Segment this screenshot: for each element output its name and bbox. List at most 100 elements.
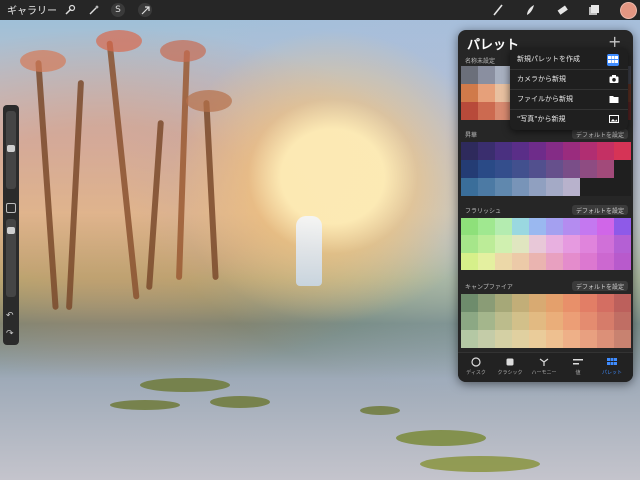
transform-arrow-icon[interactable]	[137, 2, 153, 18]
color-swatch[interactable]	[597, 235, 614, 253]
palette-grid-flourish[interactable]	[461, 218, 631, 270]
color-swatch[interactable]	[546, 330, 563, 348]
color-swatch[interactable]	[478, 84, 495, 102]
color-swatch[interactable]	[546, 160, 563, 178]
eraser-icon[interactable]	[554, 2, 570, 18]
color-swatch[interactable]	[580, 330, 597, 348]
color-swatch[interactable]	[478, 235, 495, 253]
color-swatch[interactable]	[478, 142, 495, 160]
color-swatch[interactable]	[614, 330, 631, 348]
color-swatch[interactable]	[512, 142, 529, 160]
color-swatch[interactable]	[461, 178, 478, 196]
set-default-button-sublimation[interactable]: デフォルトを設定	[572, 129, 628, 139]
color-swatch[interactable]	[563, 294, 580, 312]
color-swatch[interactable]	[495, 178, 512, 196]
color-swatch[interactable]	[546, 252, 563, 270]
color-swatch[interactable]	[597, 178, 614, 196]
color-swatch[interactable]	[580, 294, 597, 312]
color-swatch[interactable]	[529, 294, 546, 312]
color-swatch[interactable]	[512, 160, 529, 178]
color-swatch[interactable]	[461, 330, 478, 348]
color-swatch[interactable]	[614, 178, 631, 196]
color-swatch[interactable]	[461, 235, 478, 253]
color-swatch[interactable]	[597, 312, 614, 330]
smudge-icon[interactable]	[522, 2, 538, 18]
brush-icon[interactable]	[490, 2, 506, 18]
color-swatch[interactable]	[563, 218, 580, 236]
color-swatch[interactable]	[597, 330, 614, 348]
color-swatch[interactable]	[495, 330, 512, 348]
color-swatch[interactable]	[529, 235, 546, 253]
color-swatch[interactable]	[546, 142, 563, 160]
palette-grid-campfire[interactable]	[461, 294, 631, 348]
color-swatch[interactable]	[614, 235, 631, 253]
color-swatch[interactable]	[546, 178, 563, 196]
color-swatch[interactable]	[597, 160, 614, 178]
color-swatch[interactable]	[546, 312, 563, 330]
color-swatch[interactable]	[512, 218, 529, 236]
eyedropper-square-button[interactable]	[6, 203, 16, 213]
set-default-button-campfire[interactable]: デフォルトを設定	[572, 281, 628, 291]
color-swatch[interactable]	[580, 178, 597, 196]
undo-icon[interactable]: ↶	[6, 311, 14, 321]
color-swatch[interactable]	[614, 218, 631, 236]
color-swatch[interactable]	[478, 330, 495, 348]
color-swatch[interactable]	[580, 142, 597, 160]
color-swatch[interactable]	[597, 218, 614, 236]
color-swatch[interactable]	[563, 178, 580, 196]
color-swatch[interactable]	[461, 294, 478, 312]
color-swatch[interactable]	[512, 294, 529, 312]
color-swatch[interactable]	[563, 160, 580, 178]
tab-value[interactable]: 値	[561, 357, 595, 381]
color-swatch[interactable]	[461, 84, 478, 102]
color-swatch[interactable]	[478, 312, 495, 330]
color-swatch[interactable]	[614, 160, 631, 178]
color-swatch[interactable]	[563, 235, 580, 253]
color-swatch[interactable]	[597, 142, 614, 160]
selection-icon[interactable]: S	[110, 2, 126, 18]
palette-grid-sublimation[interactable]	[461, 142, 631, 196]
color-swatch[interactable]	[461, 160, 478, 178]
color-swatch[interactable]	[495, 252, 512, 270]
menu-item-new-from-camera[interactable]: カメラから新規	[510, 69, 628, 89]
brush-size-thumb[interactable]	[7, 145, 15, 152]
color-swatch[interactable]	[580, 160, 597, 178]
color-swatch[interactable]	[563, 330, 580, 348]
color-swatch[interactable]	[478, 294, 495, 312]
brush-size-slider[interactable]	[6, 111, 16, 189]
opacity-slider[interactable]	[6, 219, 16, 297]
layers-icon[interactable]	[586, 2, 602, 18]
color-swatch[interactable]	[461, 102, 478, 120]
color-swatch[interactable]	[563, 252, 580, 270]
color-swatch[interactable]	[512, 252, 529, 270]
color-swatch[interactable]	[529, 178, 546, 196]
color-swatch[interactable]	[546, 294, 563, 312]
menu-item-create-new-palette[interactable]: 新規パレットを作成	[510, 49, 628, 69]
color-swatch[interactable]	[495, 294, 512, 312]
current-color-swatch[interactable]	[620, 2, 637, 19]
color-swatch[interactable]	[546, 235, 563, 253]
color-swatch[interactable]	[563, 312, 580, 330]
color-swatch[interactable]	[614, 142, 631, 160]
color-swatch[interactable]	[580, 235, 597, 253]
color-swatch[interactable]	[529, 218, 546, 236]
tab-disc[interactable]: ディスク	[459, 357, 493, 381]
magic-wand-icon[interactable]	[86, 2, 102, 18]
gallery-button[interactable]: ギャラリー	[7, 2, 57, 17]
color-swatch[interactable]	[529, 312, 546, 330]
color-swatch[interactable]	[478, 160, 495, 178]
color-swatch[interactable]	[580, 252, 597, 270]
color-swatch[interactable]	[478, 252, 495, 270]
color-swatch[interactable]	[495, 160, 512, 178]
color-swatch[interactable]	[614, 312, 631, 330]
color-swatch[interactable]	[580, 312, 597, 330]
color-swatch[interactable]	[461, 66, 478, 84]
color-swatch[interactable]	[495, 312, 512, 330]
color-swatch[interactable]	[529, 160, 546, 178]
menu-item-new-from-photos[interactable]: "写真"から新規	[510, 109, 628, 129]
color-swatch[interactable]	[597, 252, 614, 270]
color-swatch[interactable]	[512, 330, 529, 348]
color-swatch[interactable]	[461, 218, 478, 236]
color-swatch[interactable]	[597, 294, 614, 312]
color-swatch[interactable]	[512, 178, 529, 196]
